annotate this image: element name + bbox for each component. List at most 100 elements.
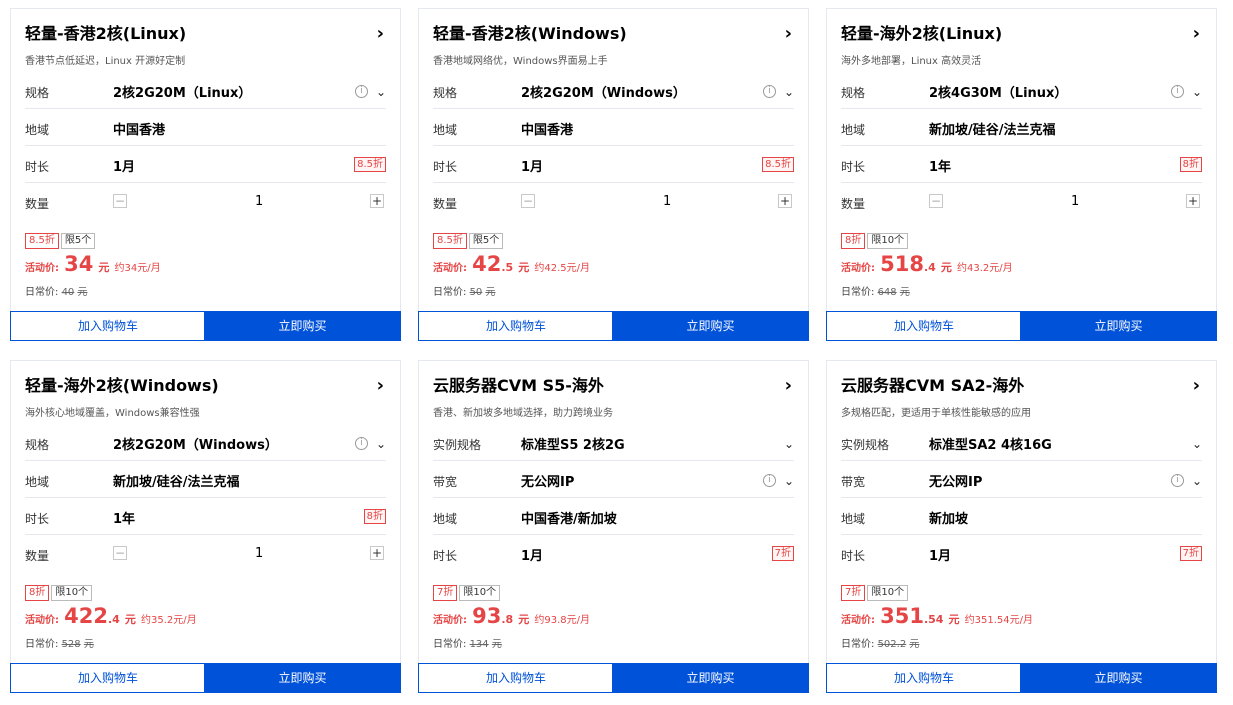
promo-price: 活动价: 93.8 元 约93.8元/月 <box>433 604 590 628</box>
quantity-decrement-button[interactable]: − <box>113 194 127 208</box>
spec-value[interactable]: 2核4G30M（Linux） <box>929 82 1067 101</box>
product-card: 轻量-香港2核(Linux) › 香港节点低延迟，Linux 开源好定制 规格 … <box>10 8 401 341</box>
info-circle-icon[interactable]: i <box>1170 85 1184 98</box>
duration-value[interactable]: 1月 <box>113 156 135 175</box>
regular-price-label: 日常价: <box>25 287 59 298</box>
buy-now-button[interactable]: 立即购买 <box>1020 663 1217 693</box>
info-circle-icon[interactable]: i <box>762 85 776 98</box>
quantity-input[interactable]: 1 <box>255 194 263 209</box>
card-header[interactable]: 轻量-海外2核(Windows) › <box>25 375 386 397</box>
instance-spec-value[interactable]: 标准型S5 2核2G <box>521 434 625 453</box>
duration-value[interactable]: 1年 <box>929 156 951 175</box>
chevron-right-icon[interactable]: › <box>1193 375 1200 397</box>
card-title: 云服务器CVM S5-海外 <box>433 376 604 395</box>
buy-now-button[interactable]: 立即购买 <box>612 663 809 693</box>
bandwidth-row[interactable]: 带宽 无公网IP i ⌄ <box>433 461 794 498</box>
region-value[interactable]: 新加坡 <box>929 508 968 527</box>
price-currency: 元 <box>124 613 136 626</box>
instance-spec-row[interactable]: 实例规格 标准型SA2 4核16G ⌄ <box>841 424 1202 461</box>
duration-value[interactable]: 1月 <box>521 156 543 175</box>
spec-value[interactable]: 2核2G20M（Windows） <box>521 82 686 101</box>
region-row: 地域 新加坡/硅谷/法兰克福 <box>25 461 386 498</box>
chevron-down-icon[interactable]: ⌄ <box>1192 474 1202 488</box>
card-header[interactable]: 轻量-香港2核(Windows) › <box>433 23 794 45</box>
chevron-down-icon[interactable]: ⌄ <box>784 474 794 488</box>
discount-tag: 8折 <box>841 233 866 249</box>
price-integer: 422 <box>64 604 108 628</box>
quantity-input[interactable]: 1 <box>1071 194 1079 209</box>
add-to-cart-button[interactable]: 加入购物车 <box>10 311 206 341</box>
card-header[interactable]: 轻量-海外2核(Linux) › <box>841 23 1202 45</box>
spec-row[interactable]: 规格 2核2G20M（Windows） i ⌄ <box>433 72 794 109</box>
info-circle-icon[interactable]: i <box>762 474 776 487</box>
price-decimal: .4 <box>107 613 120 626</box>
promo-price-label: 活动价: <box>25 263 59 274</box>
add-to-cart-button[interactable]: 加入购物车 <box>826 311 1022 341</box>
region-value[interactable]: 中国香港 <box>113 119 165 138</box>
spec-row[interactable]: 规格 2核2G20M（Windows） i ⌄ <box>25 424 386 461</box>
quantity-input[interactable]: 1 <box>255 546 263 561</box>
limit-tag: 限10个 <box>867 585 909 601</box>
duration-row: 时长 1月 8.5折 <box>25 146 386 183</box>
quantity-decrement-button[interactable]: − <box>521 194 535 208</box>
add-to-cart-button[interactable]: 加入购物车 <box>418 663 614 693</box>
duration-row: 时长 1年 8折 <box>841 146 1202 183</box>
spec-value[interactable]: 2核2G20M（Linux） <box>113 82 251 101</box>
region-value[interactable]: 中国香港/新加坡 <box>521 508 617 527</box>
add-to-cart-button[interactable]: 加入购物车 <box>826 663 1022 693</box>
region-value[interactable]: 中国香港 <box>521 119 573 138</box>
card-header[interactable]: 云服务器CVM SA2-海外 › <box>841 375 1202 397</box>
info-circle-icon[interactable]: i <box>354 85 368 98</box>
card-header[interactable]: 云服务器CVM S5-海外 › <box>433 375 794 397</box>
instance-spec-row[interactable]: 实例规格 标准型S5 2核2G ⌄ <box>433 424 794 461</box>
chevron-down-icon[interactable]: ⌄ <box>1192 437 1202 451</box>
price-decimal: .5 <box>501 261 514 274</box>
bandwidth-value[interactable]: 无公网IP <box>929 471 982 490</box>
buy-now-button[interactable]: 立即购买 <box>612 311 809 341</box>
info-circle-icon[interactable]: i <box>354 437 368 450</box>
duration-value[interactable]: 1月 <box>929 545 951 564</box>
bandwidth-value[interactable]: 无公网IP <box>521 471 574 490</box>
spec-label: 规格 <box>841 86 866 100</box>
quantity-decrement-button[interactable]: − <box>929 194 943 208</box>
quantity-increment-button[interactable]: + <box>370 194 384 208</box>
quantity-increment-button[interactable]: + <box>370 546 384 560</box>
chevron-right-icon[interactable]: › <box>377 375 384 397</box>
duration-row: 时长 1年 8折 <box>25 498 386 535</box>
price-integer: 518 <box>880 252 924 276</box>
spec-row[interactable]: 规格 2核2G20M（Linux） i ⌄ <box>25 72 386 109</box>
duration-value[interactable]: 1年 <box>113 508 135 527</box>
card-header[interactable]: 轻量-香港2核(Linux) › <box>25 23 386 45</box>
chevron-down-icon[interactable]: ⌄ <box>784 437 794 451</box>
buy-now-button[interactable]: 立即购买 <box>204 663 401 693</box>
chevron-down-icon[interactable]: ⌄ <box>784 85 794 99</box>
chevron-right-icon[interactable]: › <box>785 375 792 397</box>
buy-now-button[interactable]: 立即购买 <box>1020 311 1217 341</box>
quantity-label: 数量 <box>25 549 50 563</box>
chevron-right-icon[interactable]: › <box>1193 23 1200 45</box>
region-value[interactable]: 新加坡/硅谷/法兰克福 <box>929 119 1056 138</box>
duration-value[interactable]: 1月 <box>521 545 543 564</box>
add-to-cart-button[interactable]: 加入购物车 <box>10 663 206 693</box>
chevron-right-icon[interactable]: › <box>377 23 384 45</box>
quantity-increment-button[interactable]: + <box>778 194 792 208</box>
spec-value[interactable]: 2核2G20M（Windows） <box>113 434 278 453</box>
region-value[interactable]: 新加坡/硅谷/法兰克福 <box>113 471 240 490</box>
add-to-cart-button[interactable]: 加入购物车 <box>418 311 614 341</box>
chevron-right-icon[interactable]: › <box>785 23 792 45</box>
quantity-decrement-button[interactable]: − <box>113 546 127 560</box>
bandwidth-row[interactable]: 带宽 无公网IP i ⌄ <box>841 461 1202 498</box>
chevron-down-icon[interactable]: ⌄ <box>1192 85 1202 99</box>
spec-row[interactable]: 规格 2核4G30M（Linux） i ⌄ <box>841 72 1202 109</box>
chevron-down-icon[interactable]: ⌄ <box>376 437 386 451</box>
quantity-input[interactable]: 1 <box>663 194 671 209</box>
instance-spec-value[interactable]: 标准型SA2 4核16G <box>929 434 1052 453</box>
quantity-increment-button[interactable]: + <box>1186 194 1200 208</box>
bandwidth-label: 带宽 <box>433 475 458 489</box>
info-circle-icon[interactable]: i <box>1170 474 1184 487</box>
limit-tag: 限10个 <box>867 233 909 249</box>
discount-badge: 7折 <box>771 546 794 561</box>
regular-price-value: 134 <box>469 639 489 650</box>
buy-now-button[interactable]: 立即购买 <box>204 311 401 341</box>
chevron-down-icon[interactable]: ⌄ <box>376 85 386 99</box>
